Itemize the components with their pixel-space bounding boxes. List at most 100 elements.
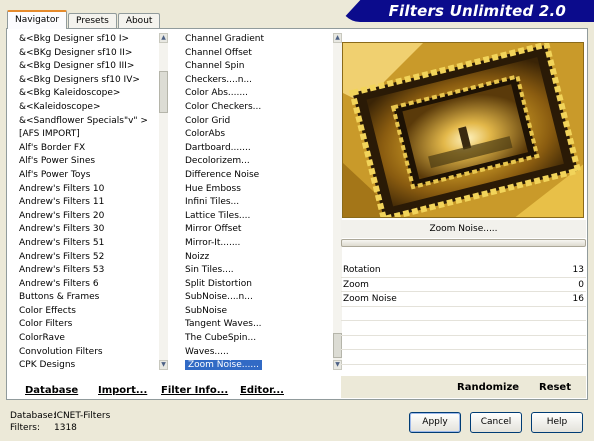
tab-presets[interactable]: Presets bbox=[68, 13, 117, 29]
category-item[interactable]: &<Bkg Designers sf10 IV> bbox=[17, 74, 165, 88]
empty-parameter-row bbox=[341, 321, 586, 336]
empty-parameter-row bbox=[341, 336, 586, 350]
scroll-up-arrow-icon[interactable]: ▲ bbox=[333, 33, 342, 43]
scroll-down-arrow-icon[interactable]: ▼ bbox=[159, 360, 168, 370]
filter-item[interactable]: ColorAbs bbox=[183, 128, 338, 142]
database-button[interactable]: Database bbox=[25, 385, 78, 396]
filter-item[interactable]: Channel Offset bbox=[183, 47, 338, 61]
category-item[interactable]: &<Bkg Designer sf10 I> bbox=[17, 33, 165, 47]
reset-button[interactable]: Reset bbox=[539, 382, 571, 393]
parameter-value: 0 bbox=[578, 279, 584, 290]
category-item[interactable]: Color Filters bbox=[17, 318, 165, 332]
filter-item-label: Split Distortion bbox=[185, 278, 252, 289]
category-item[interactable]: Andrew's Filters 53 bbox=[17, 264, 165, 278]
filter-list[interactable]: Channel Gradient Channel Offset Channel Sp… bbox=[183, 33, 338, 370]
filter-item-label: Hue Emboss bbox=[185, 183, 241, 194]
filter-item[interactable]: Sin Tiles.... bbox=[183, 264, 338, 278]
parameter-name: Zoom bbox=[343, 279, 369, 290]
filter-item-label: ColorAbs bbox=[185, 129, 226, 140]
parameter-name: Zoom Noise bbox=[343, 294, 397, 304]
filter-item[interactable]: Tangent Waves... bbox=[183, 318, 338, 332]
filter-item[interactable]: Checkers....n... bbox=[183, 74, 338, 88]
parameter-row[interactable]: Rotation 13 bbox=[341, 263, 586, 278]
category-item[interactable]: Andrew's Filters 52 bbox=[17, 251, 165, 265]
parameter-row[interactable]: Zoom 0 bbox=[341, 278, 586, 292]
category-item[interactable]: Alf's Border FX bbox=[17, 142, 165, 156]
database-label: Database: bbox=[10, 411, 56, 421]
filter-item-label: The CubeSpin... bbox=[185, 333, 257, 344]
filter-item-label: Zoom Noise...... bbox=[185, 360, 262, 370]
category-item[interactable]: Andrew's Filters 10 bbox=[17, 183, 165, 197]
parameter-value: 13 bbox=[572, 265, 584, 275]
category-item[interactable]: Andrew's Filters 51 bbox=[17, 237, 165, 251]
category-item[interactable]: Alf's Power Sines bbox=[17, 155, 165, 169]
empty-parameter-row bbox=[341, 307, 586, 321]
category-scrollbar[interactable]: ▲ ▼ bbox=[159, 33, 168, 370]
main-panel: &<Bkg Designer sf10 I> &<BKg Designer sf1… bbox=[6, 28, 588, 400]
filter-info-button[interactable]: Filter Info... bbox=[161, 385, 228, 396]
filter-item[interactable]: Waves..... bbox=[183, 346, 338, 360]
category-item[interactable]: Alf's Power Toys bbox=[17, 169, 165, 183]
filter-item-label: Noizz bbox=[185, 251, 210, 262]
filter-item[interactable]: Color Grid bbox=[183, 115, 338, 129]
category-item[interactable]: Color Effects bbox=[17, 305, 165, 319]
help-button[interactable]: Help bbox=[531, 412, 583, 433]
parameter-row[interactable]: Zoom Noise 16 bbox=[341, 292, 586, 307]
category-item[interactable]: &<Sandflower Specials"v" > bbox=[17, 115, 165, 129]
randomize-button[interactable]: Randomize bbox=[457, 382, 519, 393]
filter-item[interactable]: Difference Noise bbox=[183, 169, 338, 183]
filter-item-label: Lattice Tiles.... bbox=[185, 210, 251, 221]
apply-button[interactable]: Apply bbox=[409, 412, 461, 433]
filter-item[interactable]: Lattice Tiles.... bbox=[183, 210, 338, 224]
current-filter-name: Zoom Noise..... bbox=[341, 220, 586, 238]
filter-item[interactable]: Mirror-It....... bbox=[183, 237, 338, 251]
filter-item[interactable]: SubNoise bbox=[183, 305, 338, 319]
scroll-thumb[interactable] bbox=[159, 71, 168, 113]
parameter-name: Rotation bbox=[343, 265, 381, 275]
filter-item[interactable]: Zoom Noise...... bbox=[183, 359, 338, 370]
filter-item[interactable]: Decolorizem... bbox=[183, 155, 338, 169]
filter-item[interactable]: SubNoise....n... bbox=[183, 291, 338, 305]
filter-item-label: Waves..... bbox=[185, 346, 229, 357]
filter-item[interactable]: Hue Emboss bbox=[183, 183, 338, 197]
category-item[interactable]: Andrew's Filters 30 bbox=[17, 223, 165, 237]
filter-item-label: Color Grid bbox=[185, 115, 231, 126]
footer-filters: Filters: 1318 bbox=[10, 423, 77, 433]
category-item[interactable]: ColorRave bbox=[17, 332, 165, 346]
category-item[interactable]: [AFS IMPORT] bbox=[17, 128, 165, 142]
filter-item-label: Infini Tiles... bbox=[185, 197, 240, 208]
category-item[interactable]: &<Kaleidoscope> bbox=[17, 101, 165, 115]
filter-item-label: Channel Gradient bbox=[185, 34, 264, 44]
scroll-up-arrow-icon[interactable]: ▲ bbox=[159, 33, 168, 43]
category-item[interactable]: &<Bkg Kaleidoscope> bbox=[17, 87, 165, 101]
category-item[interactable]: Andrew's Filters 20 bbox=[17, 210, 165, 224]
cancel-button[interactable]: Cancel bbox=[470, 412, 522, 433]
filter-item[interactable]: Channel Gradient bbox=[183, 33, 338, 47]
filter-item[interactable]: Dartboard....... bbox=[183, 142, 338, 156]
category-list[interactable]: &<Bkg Designer sf10 I> &<BKg Designer sf1… bbox=[17, 33, 165, 370]
category-item[interactable]: Andrew's Filters 11 bbox=[17, 196, 165, 210]
filter-item[interactable]: The CubeSpin... bbox=[183, 332, 338, 346]
editor-button[interactable]: Editor... bbox=[240, 385, 284, 396]
preview-zoom-slider[interactable] bbox=[341, 239, 586, 247]
filter-item-label: Mirror-It....... bbox=[185, 237, 241, 248]
filter-item[interactable]: Noizz bbox=[183, 251, 338, 265]
import-button[interactable]: Import... bbox=[98, 385, 147, 396]
category-item[interactable]: Convolution Filters bbox=[17, 346, 165, 360]
filter-item[interactable]: Channel Spin bbox=[183, 60, 338, 74]
footer-database: Database:ICNET-Filters bbox=[10, 411, 110, 421]
category-item[interactable]: Andrew's Filters 6 bbox=[17, 278, 165, 292]
filter-item[interactable]: Infini Tiles... bbox=[183, 196, 338, 210]
category-item[interactable]: Buttons & Frames bbox=[17, 291, 165, 305]
category-item[interactable]: &<BKg Designer sf10 II> bbox=[17, 47, 165, 61]
filter-item-label: Color Checkers... bbox=[185, 101, 262, 112]
filter-item[interactable]: Mirror Offset bbox=[183, 223, 338, 237]
zoom-noise-preview-graphic bbox=[343, 43, 583, 217]
filter-item[interactable]: Color Abs....... bbox=[183, 87, 338, 101]
filter-item[interactable]: Split Distortion bbox=[183, 278, 338, 292]
tab-navigator[interactable]: Navigator bbox=[7, 10, 68, 29]
category-item[interactable]: &<Bkg Designer sf10 III> bbox=[17, 60, 165, 74]
tab-about[interactable]: About bbox=[117, 13, 161, 29]
category-item[interactable]: CPK Designs bbox=[17, 359, 165, 370]
filter-item[interactable]: Color Checkers... bbox=[183, 101, 338, 115]
